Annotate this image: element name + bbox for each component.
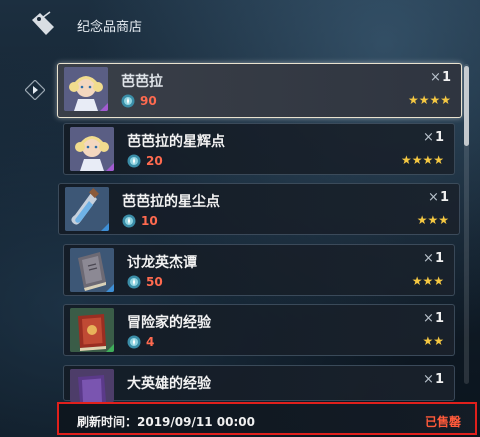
item-cost: 90: [121, 93, 157, 109]
item-cost: 10: [122, 213, 158, 229]
list-item[interactable]: 讨龙英杰谭 50 ×1 ★★★: [63, 244, 455, 296]
star-rating: ★★★: [416, 213, 449, 227]
star-rating: ★★★: [411, 274, 444, 288]
scrollbar-thumb[interactable]: [464, 66, 469, 146]
item-quantity: ×1: [423, 311, 444, 326]
list-item[interactable]: 芭芭拉的星尘点 10 ×1 ★★★: [58, 183, 460, 235]
item-thumbnail: [70, 308, 114, 352]
star-rating: ★★★★: [407, 93, 451, 107]
coin-icon: [121, 94, 135, 108]
item-price: 50: [146, 275, 163, 289]
coin-icon: [127, 154, 141, 168]
item-price: 10: [141, 214, 158, 228]
list-item[interactable]: 芭芭拉 90 ×1 ★★★★: [57, 63, 462, 118]
star-rating: ★★: [422, 334, 444, 348]
item-cost: 50: [127, 274, 163, 290]
item-quantity: ×1: [430, 70, 451, 85]
item-cost: 4: [127, 334, 154, 350]
coin-icon: [127, 335, 141, 349]
item-name: 冒险家的经验: [127, 315, 211, 331]
item-thumbnail: [65, 187, 109, 231]
item-price: 90: [140, 94, 157, 108]
purple-book-icon: [70, 369, 114, 402]
list-item[interactable]: 冒险家的经验 4 ×1 ★★: [63, 304, 455, 356]
item-name: 芭芭拉的星辉点: [127, 134, 225, 150]
item-quantity: ×1: [423, 251, 444, 266]
item-thumbnail: [70, 369, 114, 402]
list-item[interactable]: 芭芭拉的星辉点 20 ×1 ★★★★: [63, 123, 455, 175]
item-quantity: ×1: [428, 190, 449, 205]
item-name: 大英雄的经验: [127, 376, 211, 392]
item-name: 讨龙英杰谭: [127, 255, 197, 271]
item-quantity: ×1: [423, 372, 444, 387]
item-quantity: ×1: [423, 130, 444, 145]
list-item[interactable]: 大英雄的经验 ×1: [63, 365, 455, 402]
item-name: 芭芭拉: [121, 74, 163, 90]
item-thumbnail: [64, 67, 108, 111]
coin-icon: [122, 214, 136, 228]
item-name: 芭芭拉的星尘点: [122, 194, 220, 210]
item-thumbnail: [70, 127, 114, 171]
sold-out-status: 已售罄: [424, 415, 461, 429]
footer-bar: 刷新时间：2019/09/11 00:00 已售罄: [57, 402, 477, 435]
item-list: 芭芭拉 90 ×1 ★★★★ 芭芭拉的星辉点 20 ×1 ★★★★ 芭芭拉的星尘…: [0, 0, 480, 437]
item-price: 20: [146, 154, 163, 168]
refresh-time: 刷新时间：2019/09/11 00:00: [77, 415, 255, 429]
item-price: 4: [146, 335, 155, 349]
scrollbar[interactable]: [464, 64, 469, 384]
coin-icon: [127, 275, 141, 289]
item-cost: 20: [127, 153, 163, 169]
item-thumbnail: [70, 248, 114, 292]
star-rating: ★★★★: [400, 153, 444, 167]
